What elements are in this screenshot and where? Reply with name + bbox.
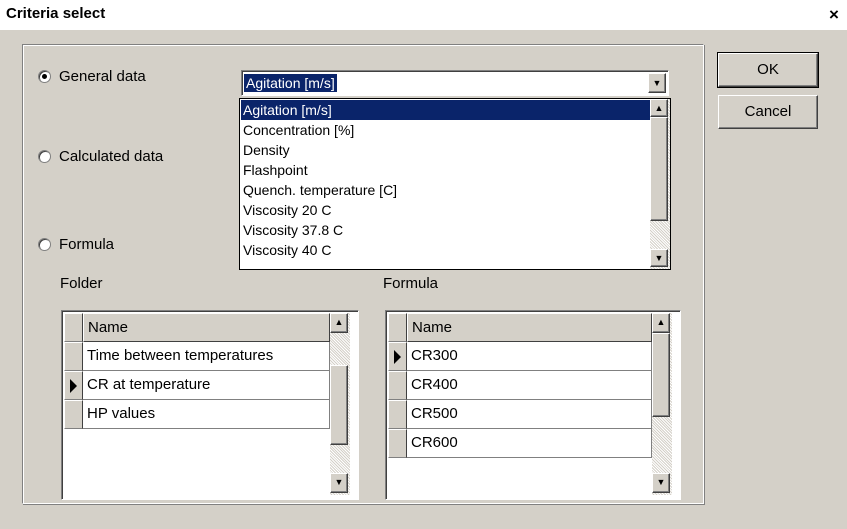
row-indicator[interactable] xyxy=(388,400,407,429)
radio-general-data[interactable]: General data xyxy=(38,68,146,85)
row-indicator[interactable] xyxy=(388,429,407,458)
table-cell[interactable]: CR500 xyxy=(407,400,652,429)
table-row[interactable]: CR300 xyxy=(388,342,652,371)
radio-label: Formula xyxy=(59,236,115,253)
folder-grid[interactable]: Name Time between temperatures CR at tem… xyxy=(61,310,359,500)
formula-label: Formula xyxy=(383,275,439,292)
row-indicator[interactable] xyxy=(388,371,407,400)
table-cell[interactable]: CR300 xyxy=(407,342,652,371)
scroll-up-icon[interactable]: ▲ xyxy=(652,313,670,333)
scrollbar-thumb[interactable] xyxy=(652,333,670,417)
table-cell[interactable]: CR at temperature xyxy=(83,371,330,400)
list-item[interactable]: Concentration [%] xyxy=(241,120,650,140)
list-item[interactable]: Agitation [m/s] xyxy=(241,100,650,120)
radio-formula[interactable]: Formula xyxy=(38,236,114,253)
scroll-down-icon[interactable]: ▼ xyxy=(330,473,348,493)
table-row[interactable]: CR600 xyxy=(388,429,652,458)
table-row[interactable]: Time between temperatures xyxy=(64,342,330,371)
row-indicator[interactable] xyxy=(64,342,83,371)
data-field-dropdown-list[interactable]: Agitation [m/s] Concentration [%] Densit… xyxy=(239,98,671,270)
scroll-down-icon[interactable]: ▼ xyxy=(650,249,668,267)
dropdown-scrollbar[interactable]: ▲ ▼ xyxy=(650,99,670,269)
table-cell[interactable]: Time between temperatures xyxy=(83,342,330,371)
table-cell[interactable]: HP values xyxy=(83,400,330,429)
radio-button-icon[interactable] xyxy=(38,238,51,251)
radio-calculated-data[interactable]: Calculated data xyxy=(38,148,163,165)
column-header-name[interactable]: Name xyxy=(83,313,330,342)
formula-grid[interactable]: Name CR300 CR400 CR500 CR600 ▲ ▼ xyxy=(385,310,681,500)
list-item[interactable]: Density xyxy=(241,140,650,160)
table-row[interactable]: HP values xyxy=(64,400,330,429)
title-bar: Criteria select × xyxy=(0,0,847,30)
row-indicator xyxy=(64,313,83,342)
column-header-name[interactable]: Name xyxy=(407,313,652,342)
folder-label: Folder xyxy=(60,275,103,292)
list-item[interactable]: Flashpoint xyxy=(241,160,650,180)
folder-scrollbar[interactable]: ▲ ▼ xyxy=(330,313,350,495)
scrollbar-thumb[interactable] xyxy=(330,365,348,445)
table-row[interactable]: CR400 xyxy=(388,371,652,400)
cancel-button[interactable]: Cancel xyxy=(718,95,818,129)
row-indicator[interactable] xyxy=(64,400,83,429)
table-row[interactable]: CR at temperature xyxy=(64,371,330,400)
list-item[interactable]: Viscosity 37.8 C xyxy=(241,220,650,240)
radio-button-icon[interactable] xyxy=(38,70,51,83)
radio-label: General data xyxy=(59,68,146,85)
table-row[interactable]: CR500 xyxy=(388,400,652,429)
row-pointer-icon[interactable] xyxy=(64,371,83,400)
scroll-up-icon[interactable]: ▲ xyxy=(330,313,348,333)
scroll-down-icon[interactable]: ▼ xyxy=(652,473,670,493)
scroll-up-icon[interactable]: ▲ xyxy=(650,99,668,117)
window-title: Criteria select xyxy=(6,5,106,22)
combo-selected-value: Agitation [m/s] xyxy=(243,73,338,93)
radio-label: Calculated data xyxy=(59,148,164,165)
table-cell[interactable]: CR600 xyxy=(407,429,652,458)
list-item[interactable]: Viscosity 40 C xyxy=(241,240,650,260)
table-cell[interactable]: CR400 xyxy=(407,371,652,400)
row-indicator xyxy=(388,313,407,342)
chevron-down-icon[interactable]: ▼ xyxy=(648,73,666,93)
formula-scrollbar[interactable]: ▲ ▼ xyxy=(652,313,672,495)
data-field-combo[interactable]: Agitation [m/s] ▼ xyxy=(241,70,669,96)
radio-button-icon[interactable] xyxy=(38,150,51,163)
list-item[interactable]: Viscosity 20 C xyxy=(241,200,650,220)
list-item[interactable]: Quench. temperature [C] xyxy=(241,180,650,200)
ok-button[interactable]: OK xyxy=(717,52,819,88)
scrollbar-thumb[interactable] xyxy=(650,117,668,221)
grid-header-row: Name xyxy=(388,313,652,342)
grid-header-row: Name xyxy=(64,313,330,342)
row-pointer-icon[interactable] xyxy=(388,342,407,371)
close-icon[interactable]: × xyxy=(825,6,843,24)
